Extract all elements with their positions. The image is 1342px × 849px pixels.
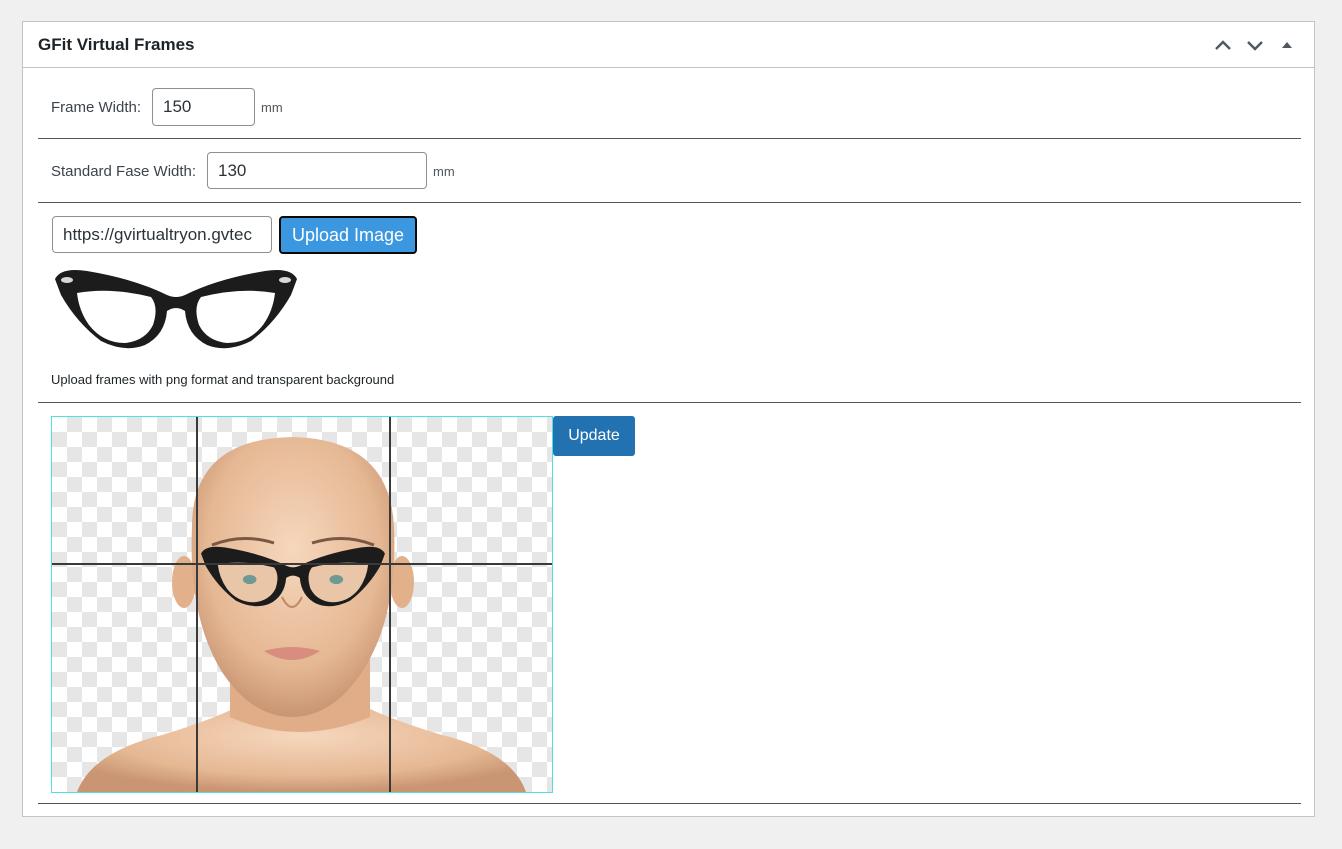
frame-width-row: Frame Width: 150 mm — [38, 68, 1301, 139]
frame-width-label: Frame Width: — [51, 99, 142, 116]
move-down-button[interactable] — [1242, 32, 1268, 58]
glasses-frame-image — [55, 270, 297, 349]
triangle-up-icon — [1282, 41, 1292, 48]
face-preview-canvas[interactable] — [51, 416, 553, 793]
toggle-panel-button[interactable] — [1274, 32, 1300, 58]
face-preview-image — [52, 417, 552, 792]
chevron-up-icon — [1215, 39, 1231, 50]
upload-image-button[interactable]: Upload Image — [279, 216, 417, 254]
preview-row: Update — [38, 403, 1301, 804]
face-width-input[interactable]: 130 — [207, 152, 427, 189]
image-url-input[interactable]: https://gvirtualtryon.gvtec — [52, 216, 272, 253]
frame-width-unit: mm — [261, 100, 283, 115]
frame-width-input[interactable]: 150 — [152, 88, 255, 126]
face-width-label: Standard Fase Width: — [51, 163, 197, 180]
update-button[interactable]: Update — [553, 416, 635, 456]
move-up-button[interactable] — [1210, 32, 1236, 58]
metabox-title: GFit Virtual Frames — [38, 34, 195, 54]
chevron-down-icon — [1247, 40, 1263, 51]
gfit-virtual-frames-metabox: GFit Virtual Frames Frame Width: 150 mm — [22, 21, 1315, 817]
face-width-row: Standard Fase Width: 130 mm — [38, 139, 1301, 203]
metabox-header: GFit Virtual Frames — [23, 22, 1314, 68]
upload-help-text: Upload frames with png format and transp… — [51, 372, 395, 387]
upload-row: https://gvirtualtryon.gvtec Upload Image… — [38, 203, 1301, 403]
metabox-handle-actions — [1210, 32, 1300, 58]
face-width-unit: mm — [433, 164, 455, 179]
